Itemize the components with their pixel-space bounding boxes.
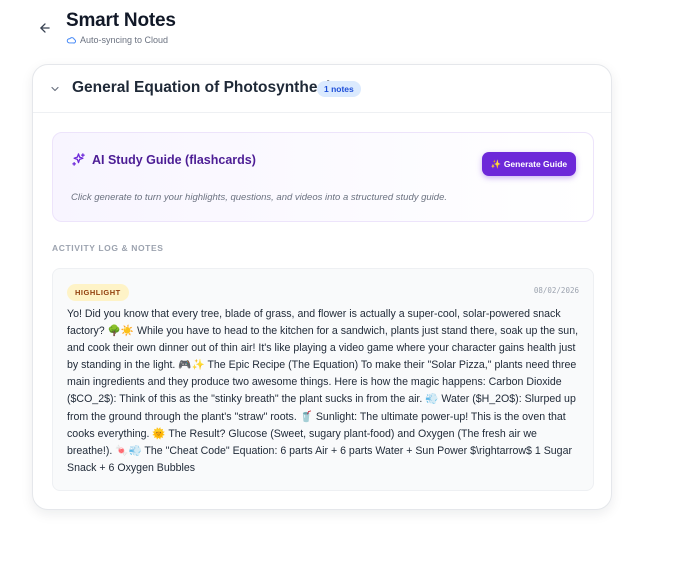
notes-count-badge: 1 notes	[317, 81, 361, 97]
back-button[interactable]	[36, 18, 54, 38]
note-card: HIGHLIGHT 08/02/2026 Yo! Did you know th…	[52, 268, 594, 491]
study-guide-header: AI Study Guide (flashcards)	[71, 152, 256, 167]
activity-log-label: ACTIVITY LOG & NOTES	[52, 243, 164, 253]
study-guide-title: AI Study Guide (flashcards)	[92, 152, 256, 167]
highlight-tag: HIGHLIGHT	[67, 284, 129, 301]
cloud-icon	[66, 37, 76, 44]
note-date: 08/02/2026	[533, 286, 579, 295]
sync-status-text: Auto-syncing to Cloud	[80, 35, 169, 45]
study-guide-panel: AI Study Guide (flashcards) ✨ Generate G…	[52, 132, 594, 222]
arrow-left-icon	[40, 23, 50, 33]
app-title: Smart Notes	[66, 10, 176, 31]
chevron-down-icon	[51, 86, 59, 92]
note-text: Yo! Did you know that every tree, blade …	[67, 308, 579, 474]
topic-card-header[interactable]: General Equation of Photosynthesis 1 not…	[33, 65, 611, 113]
collapse-toggle[interactable]	[47, 81, 63, 97]
study-guide-description: Click generate to turn your highlights, …	[71, 192, 447, 203]
section-title: General Equation of Photosynthesis	[72, 79, 339, 96]
sparkles-icon	[72, 153, 85, 166]
generate-guide-button[interactable]: ✨ Generate Guide	[482, 152, 576, 176]
sync-status: Auto-syncing to Cloud	[66, 35, 176, 45]
topic-card: General Equation of Photosynthesis 1 not…	[32, 64, 612, 510]
page-header: Smart Notes Auto-syncing to Cloud	[36, 10, 636, 50]
title-block: Smart Notes Auto-syncing to Cloud	[66, 10, 176, 45]
